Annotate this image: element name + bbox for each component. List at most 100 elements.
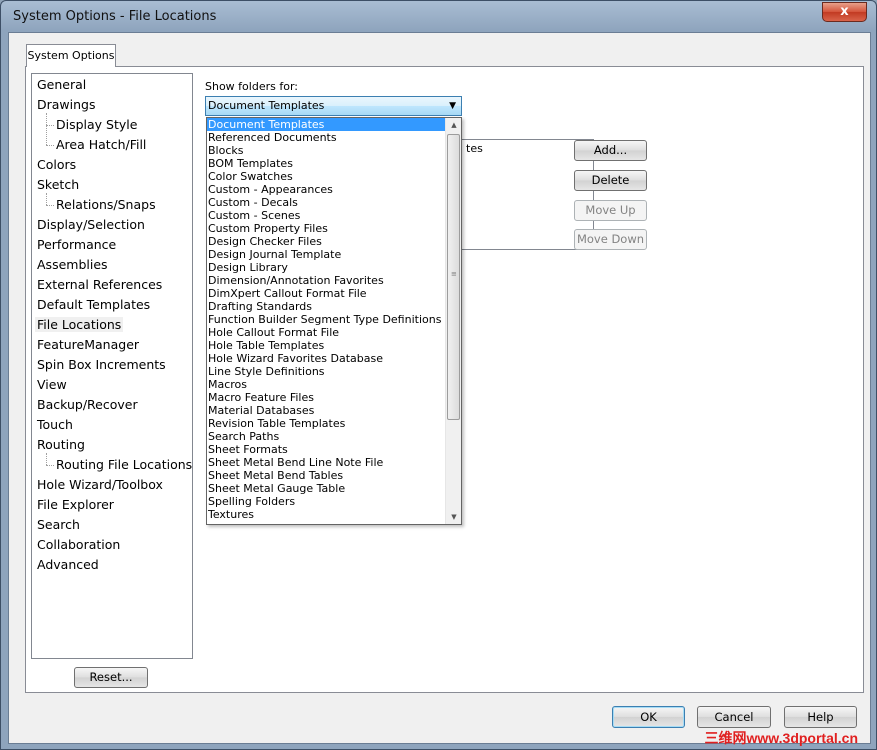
tree-item[interactable]: Relations/Snaps (56, 195, 156, 215)
dropdown-option[interactable]: Custom - Decals (207, 196, 446, 209)
cancel-button[interactable]: Cancel (697, 706, 771, 728)
dropdown-option[interactable]: Custom - Scenes (207, 209, 446, 222)
close-button[interactable]: x (822, 2, 867, 22)
tree-item[interactable]: Assemblies (37, 255, 108, 275)
tree-item[interactable]: View (37, 375, 67, 395)
dropdown-scrollbar[interactable]: ▲ ≡ ▼ (445, 118, 461, 524)
move-up-button[interactable]: Move Up (574, 200, 647, 221)
folder-path-item[interactable]: tes (466, 142, 483, 155)
tree-item-label: Assemblies (37, 257, 108, 272)
tree-item-label: FeatureManager (37, 337, 140, 352)
tree-item[interactable]: Default Templates (37, 295, 150, 315)
options-tree[interactable]: General Drawings Display Style Area Hatch/F… (31, 73, 193, 659)
tree-item[interactable]: Search (37, 515, 80, 535)
tree-item-label: Advanced (37, 557, 99, 572)
scrollbar-thumb[interactable]: ≡ (447, 134, 460, 420)
tree-item[interactable]: Drawings (37, 95, 96, 115)
tab-panel: General Drawings Display Style Area Hatch/F… (25, 66, 864, 693)
tree-item[interactable]: Display Style (56, 115, 137, 135)
tree-item[interactable]: File Explorer (37, 495, 114, 515)
tree-item[interactable]: Display/Selection (37, 215, 145, 235)
dropdown-option[interactable]: Material Databases (207, 404, 446, 417)
tree-item[interactable]: Sketch (37, 175, 79, 195)
tree-item-label: Drawings (37, 97, 96, 112)
dropdown-option[interactable]: Macro Feature Files (207, 391, 446, 404)
move-down-button[interactable]: Move Down (574, 229, 647, 250)
reset-button[interactable]: Reset... (74, 667, 148, 688)
title-bar[interactable]: System Options - File Locations x (1, 1, 876, 33)
dropdown-option[interactable]: Spelling Folders (207, 495, 446, 508)
dropdown-option[interactable]: Hole Wizard Favorites Database (207, 352, 446, 365)
tree-item[interactable]: Collaboration (37, 535, 120, 555)
tree-item[interactable]: Area Hatch/Fill (56, 135, 146, 155)
tab-system-options[interactable]: System Options (26, 44, 116, 67)
dropdown-option[interactable]: BOM Templates (207, 157, 446, 170)
dropdown-option[interactable]: Textures (207, 508, 446, 521)
dropdown-option[interactable]: Color Swatches (207, 170, 446, 183)
tree-item[interactable]: File Locations (35, 315, 124, 335)
dropdown-option[interactable]: Sheet Formats (207, 443, 446, 456)
tree-item-label: Display Style (56, 117, 138, 132)
dropdown-option[interactable]: Revision Table Templates (207, 417, 446, 430)
dropdown-option[interactable]: Line Style Definitions (207, 365, 446, 378)
dropdown-option[interactable]: Sheet Metal Bend Line Note File (207, 456, 446, 469)
show-folders-combo[interactable]: Document Templates ▼ (205, 96, 462, 116)
tree-connector (46, 113, 47, 145)
folders-list[interactable]: tes (440, 139, 594, 250)
dropdown-option[interactable]: Design Checker Files (207, 235, 446, 248)
show-folders-dropdown[interactable]: Document Templates Referenced Documents Bl… (206, 117, 462, 525)
tree-item[interactable]: Performance (37, 235, 116, 255)
tree-item-label: Search (37, 517, 80, 532)
tree-item[interactable]: Backup/Recover (37, 395, 138, 415)
dropdown-option[interactable]: DimXpert Callout Format File (207, 287, 446, 300)
tree-item[interactable]: Colors (37, 155, 76, 175)
tree-item-label: Default Templates (37, 297, 151, 312)
scroll-down-icon[interactable]: ▼ (446, 510, 461, 524)
tree-item[interactable]: General (37, 75, 86, 95)
dialog-client-area: System Options General Drawings Display St… (8, 32, 871, 744)
dropdown-option[interactable]: Hole Callout Format File (207, 326, 446, 339)
tree-item-label: Performance (37, 237, 117, 252)
scroll-up-icon[interactable]: ▲ (446, 118, 461, 132)
tree-item[interactable]: FeatureManager (37, 335, 139, 355)
tree-item[interactable]: Routing (37, 435, 85, 455)
dropdown-option[interactable]: Design Journal Template (207, 248, 446, 261)
dropdown-option[interactable]: Search Paths (207, 430, 446, 443)
tree-connector (46, 453, 47, 465)
dropdown-option[interactable]: Custom Property Files (207, 222, 446, 235)
window-title: System Options - File Locations (13, 9, 217, 24)
dropdown-option[interactable]: Drafting Standards (207, 300, 446, 313)
tree-item-label: Relations/Snaps (56, 197, 156, 212)
tree-item[interactable]: Spin Box Increments (37, 355, 166, 375)
dropdown-option[interactable]: Blocks (207, 144, 446, 157)
delete-button[interactable]: Delete (574, 170, 647, 191)
tree-item[interactable]: Advanced (37, 555, 99, 575)
tree-item-label: Routing File Locations (56, 457, 193, 472)
watermark: 三维网www.3dportal.cn (704, 730, 859, 746)
dropdown-option[interactable]: Referenced Documents (207, 131, 446, 144)
tree-item-label: Hole Wizard/Toolbox (37, 477, 163, 492)
tree-item[interactable]: External References (37, 275, 162, 295)
grip-icon: ≡ (451, 270, 457, 278)
dropdown-option[interactable]: Function Builder Segment Type Definition… (207, 313, 446, 326)
ok-button[interactable]: OK (612, 706, 685, 728)
dropdown-option[interactable]: Sheet Metal Gauge Table (207, 482, 446, 495)
tree-item-label: General (37, 77, 87, 92)
tree-item[interactable]: Routing File Locations (56, 455, 192, 475)
tree-item-label: Touch (37, 417, 73, 432)
add-button[interactable]: Add... (574, 140, 647, 161)
tree-item-label: External References (37, 277, 163, 292)
tree-item-label: Spin Box Increments (37, 357, 166, 372)
dropdown-option[interactable]: Document Templates (207, 118, 446, 131)
dropdown-option[interactable]: Design Library (207, 261, 446, 274)
dropdown-option[interactable]: Sheet Metal Bend Tables (207, 469, 446, 482)
tree-connector (46, 205, 54, 206)
dropdown-option[interactable]: Custom - Appearances (207, 183, 446, 196)
dropdown-options: Document Templates Referenced Documents Bl… (207, 118, 446, 524)
dropdown-option[interactable]: Macros (207, 378, 446, 391)
help-button[interactable]: Help (784, 706, 857, 728)
dropdown-option[interactable]: Dimension/Annotation Favorites (207, 274, 446, 287)
dropdown-option[interactable]: Hole Table Templates (207, 339, 446, 352)
tree-item[interactable]: Touch (37, 415, 73, 435)
tree-item[interactable]: Hole Wizard/Toolbox (37, 475, 163, 495)
